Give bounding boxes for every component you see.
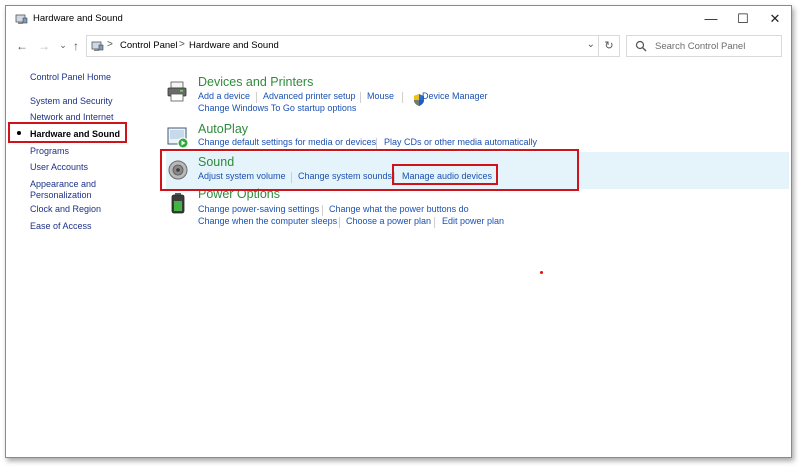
breadcrumb-hardware-and-sound[interactable]: Hardware and Sound (189, 40, 279, 51)
address-dropdown-button[interactable]: ⌄ (587, 39, 595, 50)
printer-icon (167, 81, 187, 102)
highlight-hardware-and-sound (8, 122, 127, 143)
recent-locations-button[interactable]: ⌄ (56, 40, 70, 51)
sidebar-item-personalization[interactable]: Personalization (30, 190, 92, 200)
cursor-dot (540, 271, 543, 274)
up-button[interactable]: ↑ (69, 39, 83, 53)
link-change-when-computer-sleeps[interactable]: Change when the computer sleeps (198, 216, 337, 226)
category-title-autoplay[interactable]: AutoPlay (198, 122, 248, 136)
control-panel-app-icon (15, 14, 28, 24)
title-bar: Hardware and Sound — ☐ ✕ (6, 6, 791, 33)
sidebar-item-network-and-internet[interactable]: Network and Internet (30, 112, 114, 122)
link-change-power-saving-settings[interactable]: Change power-saving settings (198, 204, 319, 214)
breadcrumb-control-panel[interactable]: Control Panel (120, 40, 178, 51)
link-play-cds-automatically[interactable]: Play CDs or other media automatically (384, 137, 537, 147)
search-placeholder: Search Control Panel (655, 41, 746, 52)
sidebar-item-user-accounts[interactable]: User Accounts (30, 162, 88, 172)
link-device-manager[interactable]: Device Manager (422, 91, 488, 101)
link-separator (376, 138, 377, 149)
link-separator (256, 92, 257, 103)
search-box[interactable]: Search Control Panel (626, 35, 782, 57)
highlight-manage-audio-devices (392, 164, 498, 185)
link-edit-power-plan[interactable]: Edit power plan (442, 216, 504, 226)
sidebar-item-control-panel-home[interactable]: Control Panel Home (30, 72, 111, 82)
back-button[interactable]: ← (15, 39, 29, 53)
address-bar[interactable]: > Control Panel > Hardware and Sound ⌄ ↻ (86, 35, 620, 57)
control-panel-location-icon (91, 41, 104, 51)
category-title-devices-and-printers[interactable]: Devices and Printers (198, 75, 313, 89)
link-separator (322, 205, 323, 216)
link-change-windows-to-go-startup-options[interactable]: Change Windows To Go startup options (198, 103, 356, 113)
link-mouse[interactable]: Mouse (367, 91, 394, 101)
battery-icon (171, 193, 185, 214)
sidebar-item-system-and-security[interactable]: System and Security (30, 96, 113, 106)
autoplay-icon (167, 127, 189, 149)
forward-button[interactable]: → (37, 39, 51, 53)
sidebar-item-programs[interactable]: Programs (30, 146, 69, 156)
sidebar-item-appearance[interactable]: Appearance and (30, 179, 96, 189)
link-separator (360, 92, 361, 103)
window-title: Hardware and Sound (33, 13, 123, 24)
minimize-button[interactable]: — (695, 6, 727, 32)
link-advanced-printer-setup[interactable]: Advanced printer setup (263, 91, 356, 101)
link-change-default-settings-for-media[interactable]: Change default settings for media or dev… (198, 137, 376, 147)
control-panel-window: Hardware and Sound — ☐ ✕ ← → ⌄ ↑ > Contr… (5, 5, 792, 458)
link-add-a-device[interactable]: Add a device (198, 91, 250, 101)
breadcrumb-separator: > (179, 39, 185, 50)
sidebar-item-ease-of-access[interactable]: Ease of Access (30, 221, 92, 231)
close-button[interactable]: ✕ (759, 6, 791, 32)
navigation-bar: ← → ⌄ ↑ > Control Panel > Hardware and S… (6, 33, 791, 61)
maximize-button[interactable]: ☐ (727, 6, 759, 32)
link-change-power-buttons[interactable]: Change what the power buttons do (329, 204, 469, 214)
breadcrumb-separator: > (107, 39, 113, 50)
search-icon (635, 40, 647, 52)
link-separator (402, 92, 403, 103)
link-separator (339, 217, 340, 228)
refresh-button[interactable]: ↻ (598, 36, 619, 56)
highlight-sound-category (160, 149, 579, 191)
link-separator (434, 217, 435, 228)
sidebar-item-clock-and-region[interactable]: Clock and Region (30, 204, 101, 214)
link-choose-a-power-plan[interactable]: Choose a power plan (346, 216, 431, 226)
